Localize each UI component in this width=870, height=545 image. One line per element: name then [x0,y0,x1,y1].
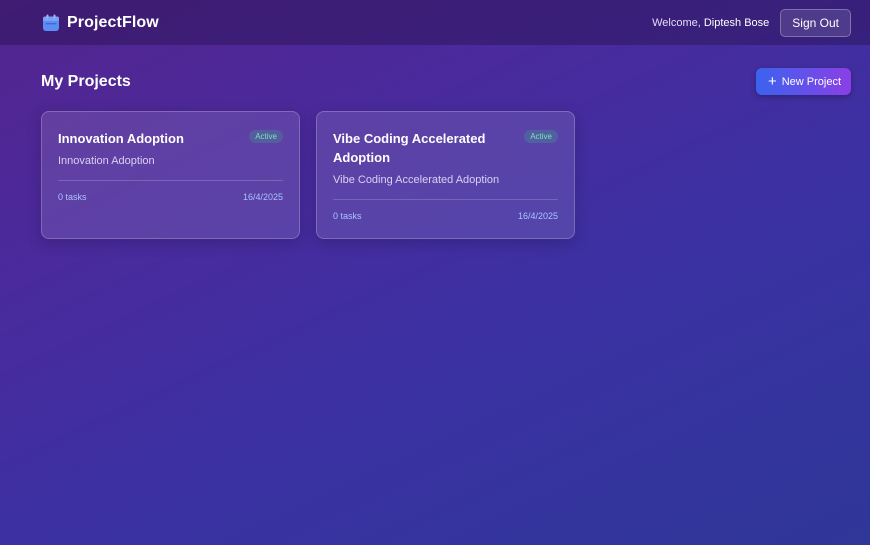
task-count: 0 tasks [58,192,87,202]
project-title: Innovation Adoption [58,131,184,146]
project-title: Vibe Coding Accelerated Adoption [333,131,486,165]
calendar-icon [43,14,59,31]
project-card[interactable]: Vibe Coding Accelerated Adoption Active … [316,111,575,239]
welcome-text: Welcome, Diptesh Bose [652,17,769,29]
project-description: Vibe Coding Accelerated Adoption [333,174,500,186]
card-divider [333,199,558,200]
project-date: 16/4/2025 [242,192,283,202]
user-area: Welcome, Diptesh Bose Sign Out [652,8,851,37]
plus-icon: + [767,73,777,90]
welcome-prefix: Welcome, [652,16,701,29]
user-name: Diptesh Bose [703,16,770,29]
status-badge: Active [249,130,283,143]
project-description: Innovation Adoption [58,155,155,167]
status-badge: Active [524,130,558,143]
page-header: My Projects + New Project [41,68,851,95]
project-grid: Innovation Adoption Active Innovation Ad… [41,111,575,239]
brand-name: ProjectFlow [67,13,159,31]
new-project-label: New Project [781,75,841,88]
sign-out-button[interactable]: Sign Out [780,8,851,37]
page-title: My Projects [41,72,131,90]
brand[interactable]: ProjectFlow [42,14,159,32]
project-card[interactable]: Innovation Adoption Active Innovation Ad… [41,111,300,239]
new-project-button[interactable]: + New Project [755,68,851,95]
task-count: 0 tasks [333,211,362,221]
card-divider [58,180,283,181]
project-date: 16/4/2025 [517,211,558,221]
top-nav-bar: ProjectFlow Welcome, Diptesh Bose Sign O… [0,0,870,45]
